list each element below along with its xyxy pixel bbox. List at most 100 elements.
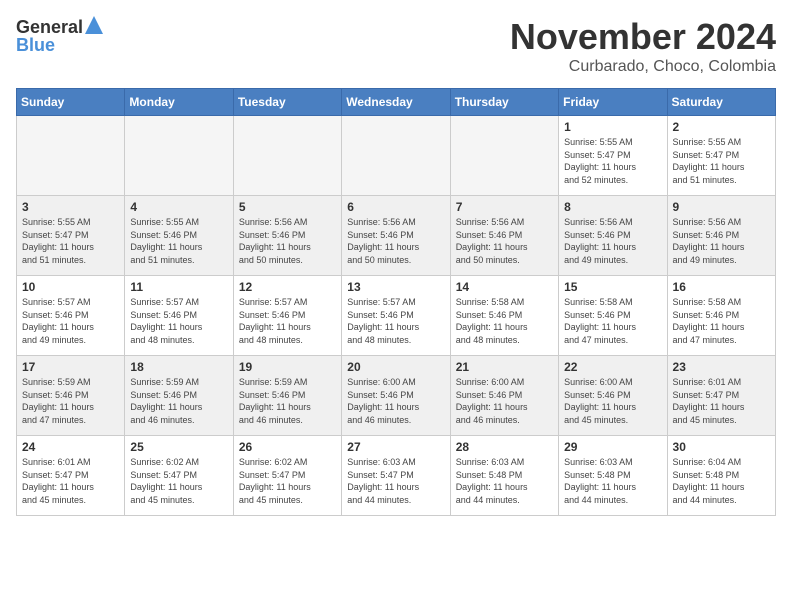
day-number: 11 bbox=[130, 280, 227, 294]
day-number: 28 bbox=[456, 440, 553, 454]
day-number: 2 bbox=[673, 120, 770, 134]
calendar-cell-w4-d0: 17 Sunrise: 5:59 AMSunset: 5:46 PMDayligh… bbox=[17, 356, 125, 436]
calendar-cell-w2-d2: 5 Sunrise: 5:56 AMSunset: 5:46 PMDaylight… bbox=[233, 196, 341, 276]
day-info: Sunrise: 5:56 AMSunset: 5:46 PMDaylight:… bbox=[239, 216, 336, 266]
day-number: 16 bbox=[673, 280, 770, 294]
calendar-cell-w1-d6: 2 Sunrise: 5:55 AMSunset: 5:47 PMDaylight… bbox=[667, 116, 775, 196]
day-number: 20 bbox=[347, 360, 444, 374]
day-info: Sunrise: 5:57 AMSunset: 5:46 PMDaylight:… bbox=[347, 296, 444, 346]
day-info: Sunrise: 5:58 AMSunset: 5:46 PMDaylight:… bbox=[564, 296, 661, 346]
day-info: Sunrise: 5:57 AMSunset: 5:46 PMDaylight:… bbox=[239, 296, 336, 346]
calendar-cell-w5-d4: 28Sunrise: 6:03 AMSunset: 5:48 PMDayligh… bbox=[450, 436, 558, 516]
logo-text-blue: Blue bbox=[16, 35, 55, 56]
calendar-cell-w5-d1: 25Sunrise: 6:02 AMSunset: 5:47 PMDayligh… bbox=[125, 436, 233, 516]
header-saturday: Saturday bbox=[667, 89, 775, 116]
day-info: Sunrise: 6:02 AMSunset: 5:47 PMDaylight:… bbox=[239, 456, 336, 506]
calendar-week-2: 3 Sunrise: 5:55 AMSunset: 5:47 PMDaylight… bbox=[17, 196, 776, 276]
calendar-cell-w2-d3: 6 Sunrise: 5:56 AMSunset: 5:46 PMDaylight… bbox=[342, 196, 450, 276]
day-number: 18 bbox=[130, 360, 227, 374]
calendar-cell-w3-d0: 10 Sunrise: 5:57 AMSunset: 5:46 PMDayligh… bbox=[17, 276, 125, 356]
day-number: 7 bbox=[456, 200, 553, 214]
day-number: 8 bbox=[564, 200, 661, 214]
calendar-cell-w4-d2: 19 Sunrise: 5:59 AMSunset: 5:46 PMDayligh… bbox=[233, 356, 341, 436]
calendar-cell-w2-d4: 7 Sunrise: 5:56 AMSunset: 5:46 PMDaylight… bbox=[450, 196, 558, 276]
calendar-cell-w3-d6: 16 Sunrise: 5:58 AMSunset: 5:46 PMDayligh… bbox=[667, 276, 775, 356]
page-header: General Blue November 2024 Curbarado, Ch… bbox=[16, 16, 776, 76]
location-subtitle: Curbarado, Choco, Colombia bbox=[510, 58, 776, 76]
day-number: 30 bbox=[673, 440, 770, 454]
calendar-cell-w3-d5: 15Sunrise: 5:58 AMSunset: 5:46 PMDayligh… bbox=[559, 276, 667, 356]
day-number: 10 bbox=[22, 280, 119, 294]
day-info: Sunrise: 5:55 AMSunset: 5:47 PMDaylight:… bbox=[22, 216, 119, 266]
calendar-week-3: 10 Sunrise: 5:57 AMSunset: 5:46 PMDayligh… bbox=[17, 276, 776, 356]
day-number: 19 bbox=[239, 360, 336, 374]
calendar-cell-w3-d4: 14 Sunrise: 5:58 AMSunset: 5:46 PMDayligh… bbox=[450, 276, 558, 356]
day-number: 23 bbox=[673, 360, 770, 374]
day-info: Sunrise: 5:57 AMSunset: 5:46 PMDaylight:… bbox=[22, 296, 119, 346]
day-info: Sunrise: 5:59 AMSunset: 5:46 PMDaylight:… bbox=[130, 376, 227, 426]
logo-triangle-icon bbox=[85, 16, 103, 34]
calendar-cell-w5-d3: 27 Sunrise: 6:03 AMSunset: 5:47 PMDayligh… bbox=[342, 436, 450, 516]
calendar-cell-w3-d3: 13 Sunrise: 5:57 AMSunset: 5:46 PMDayligh… bbox=[342, 276, 450, 356]
day-number: 29 bbox=[564, 440, 661, 454]
calendar-week-1: 1Sunrise: 5:55 AMSunset: 5:47 PMDaylight… bbox=[17, 116, 776, 196]
day-number: 4 bbox=[130, 200, 227, 214]
day-number: 13 bbox=[347, 280, 444, 294]
day-number: 14 bbox=[456, 280, 553, 294]
day-info: Sunrise: 5:55 AMSunset: 5:46 PMDaylight:… bbox=[130, 216, 227, 266]
day-info: Sunrise: 5:56 AMSunset: 5:46 PMDaylight:… bbox=[673, 216, 770, 266]
day-number: 6 bbox=[347, 200, 444, 214]
day-number: 26 bbox=[239, 440, 336, 454]
day-info: Sunrise: 5:56 AMSunset: 5:46 PMDaylight:… bbox=[347, 216, 444, 266]
header-wednesday: Wednesday bbox=[342, 89, 450, 116]
day-info: Sunrise: 5:56 AMSunset: 5:46 PMDaylight:… bbox=[456, 216, 553, 266]
calendar-cell-w2-d0: 3 Sunrise: 5:55 AMSunset: 5:47 PMDaylight… bbox=[17, 196, 125, 276]
day-info: Sunrise: 5:58 AMSunset: 5:46 PMDaylight:… bbox=[456, 296, 553, 346]
calendar-cell-w5-d6: 30Sunrise: 6:04 AMSunset: 5:48 PMDayligh… bbox=[667, 436, 775, 516]
title-block: November 2024 Curbarado, Choco, Colombia bbox=[510, 16, 776, 76]
calendar-cell-w1-d1 bbox=[125, 116, 233, 196]
day-info: Sunrise: 5:58 AMSunset: 5:46 PMDaylight:… bbox=[673, 296, 770, 346]
header-tuesday: Tuesday bbox=[233, 89, 341, 116]
day-number: 12 bbox=[239, 280, 336, 294]
day-info: Sunrise: 5:59 AMSunset: 5:46 PMDaylight:… bbox=[22, 376, 119, 426]
day-info: Sunrise: 5:59 AMSunset: 5:46 PMDaylight:… bbox=[239, 376, 336, 426]
day-info: Sunrise: 6:03 AMSunset: 5:48 PMDaylight:… bbox=[564, 456, 661, 506]
calendar-cell-w3-d1: 11 Sunrise: 5:57 AMSunset: 5:46 PMDayligh… bbox=[125, 276, 233, 356]
calendar-cell-w4-d1: 18 Sunrise: 5:59 AMSunset: 5:46 PMDayligh… bbox=[125, 356, 233, 436]
day-number: 9 bbox=[673, 200, 770, 214]
day-info: Sunrise: 6:02 AMSunset: 5:47 PMDaylight:… bbox=[130, 456, 227, 506]
calendar-cell-w5-d2: 26 Sunrise: 6:02 AMSunset: 5:47 PMDayligh… bbox=[233, 436, 341, 516]
day-number: 3 bbox=[22, 200, 119, 214]
calendar-cell-w5-d5: 29 Sunrise: 6:03 AMSunset: 5:48 PMDayligh… bbox=[559, 436, 667, 516]
calendar-cell-w1-d2 bbox=[233, 116, 341, 196]
month-year-title: November 2024 bbox=[510, 16, 776, 58]
header-monday: Monday bbox=[125, 89, 233, 116]
logo: General Blue bbox=[16, 16, 103, 56]
day-number: 27 bbox=[347, 440, 444, 454]
day-info: Sunrise: 6:03 AMSunset: 5:47 PMDaylight:… bbox=[347, 456, 444, 506]
day-info: Sunrise: 5:55 AMSunset: 5:47 PMDaylight:… bbox=[673, 136, 770, 186]
header-sunday: Sunday bbox=[17, 89, 125, 116]
calendar-cell-w1-d0 bbox=[17, 116, 125, 196]
day-info: Sunrise: 6:01 AMSunset: 5:47 PMDaylight:… bbox=[22, 456, 119, 506]
day-info: Sunrise: 6:00 AMSunset: 5:46 PMDaylight:… bbox=[456, 376, 553, 426]
calendar-header-row: Sunday Monday Tuesday Wednesday Thursday… bbox=[17, 89, 776, 116]
calendar-cell-w1-d4 bbox=[450, 116, 558, 196]
calendar-cell-w4-d6: 23Sunrise: 6:01 AMSunset: 5:47 PMDayligh… bbox=[667, 356, 775, 436]
day-number: 22 bbox=[564, 360, 661, 374]
calendar-cell-w4-d4: 21 Sunrise: 6:00 AMSunset: 5:46 PMDayligh… bbox=[450, 356, 558, 436]
day-number: 17 bbox=[22, 360, 119, 374]
day-info: Sunrise: 5:56 AMSunset: 5:46 PMDaylight:… bbox=[564, 216, 661, 266]
day-number: 21 bbox=[456, 360, 553, 374]
day-info: Sunrise: 6:00 AMSunset: 5:46 PMDaylight:… bbox=[347, 376, 444, 426]
calendar-cell-w2-d5: 8 Sunrise: 5:56 AMSunset: 5:46 PMDaylight… bbox=[559, 196, 667, 276]
day-number: 5 bbox=[239, 200, 336, 214]
day-info: Sunrise: 5:57 AMSunset: 5:46 PMDaylight:… bbox=[130, 296, 227, 346]
header-friday: Friday bbox=[559, 89, 667, 116]
calendar-cell-w5-d0: 24 Sunrise: 6:01 AMSunset: 5:47 PMDayligh… bbox=[17, 436, 125, 516]
calendar-cell-w3-d2: 12 Sunrise: 5:57 AMSunset: 5:46 PMDayligh… bbox=[233, 276, 341, 356]
day-number: 24 bbox=[22, 440, 119, 454]
calendar-cell-w4-d3: 20 Sunrise: 6:00 AMSunset: 5:46 PMDayligh… bbox=[342, 356, 450, 436]
calendar-cell-w2-d6: 9 Sunrise: 5:56 AMSunset: 5:46 PMDaylight… bbox=[667, 196, 775, 276]
